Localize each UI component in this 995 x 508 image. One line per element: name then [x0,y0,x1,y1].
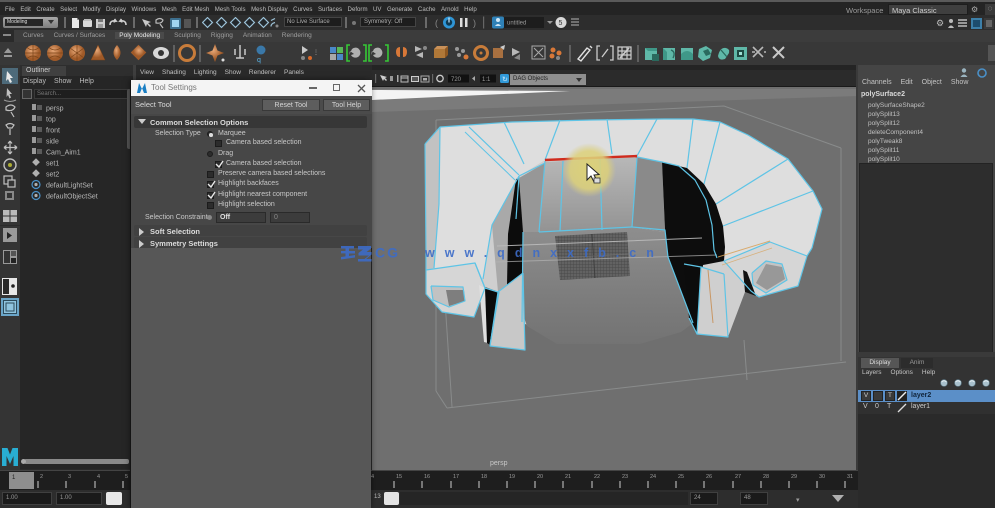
svg-text:31: 31 [847,474,853,480]
svg-text:⚙: ⚙ [936,18,944,28]
svg-text:side: side [46,139,59,146]
svg-text:defaultObjectSet: defaultObjectSet [46,194,98,201]
svg-text:↻: ↻ [502,77,508,84]
svg-text:27: 27 [735,474,741,480]
svg-text:25: 25 [678,474,684,480]
svg-text:23: 23 [622,474,628,480]
svg-text:16: 16 [424,474,430,480]
svg-text:17: 17 [453,474,459,480]
svg-text:26: 26 [706,474,712,480]
svg-text:19: 19 [509,474,515,480]
svg-text:set2: set2 [46,172,59,179]
svg-text:3: 3 [68,474,71,480]
svg-text:2: 2 [40,474,43,480]
svg-text:Cam_Aim1: Cam_Aim1 [46,150,81,157]
svg-text:persp: persp [490,460,508,467]
svg-text:15: 15 [396,474,402,480]
svg-text:front: front [46,128,60,135]
svg-text:1:1: 1:1 [482,77,491,83]
svg-text:⋮: ⋮ [313,50,319,56]
svg-text:persp: persp [46,106,64,113]
svg-text:5: 5 [559,20,563,27]
svg-text:www.qdnxxfb.cn: www.qdnxxfb.cn [424,246,664,260]
svg-text:untitled: untitled [507,21,526,27]
svg-text:24: 24 [650,474,656,480]
svg-text:18: 18 [481,474,487,480]
svg-text:defaultLightSet: defaultLightSet [46,183,93,190]
svg-text:5: 5 [125,474,128,480]
svg-text:q: q [257,57,261,64]
svg-text:CG: CG [375,245,400,261]
svg-text:720: 720 [451,77,462,83]
svg-text:set1: set1 [46,161,59,168]
svg-text:): ) [473,18,476,28]
svg-text:top: top [46,117,56,124]
svg-text:28: 28 [763,474,769,480]
svg-text:(: ( [435,18,438,28]
svg-text:30: 30 [819,474,825,480]
svg-text:20: 20 [537,474,543,480]
svg-text:29: 29 [791,474,797,480]
svg-text:22: 22 [594,474,600,480]
svg-text:21: 21 [565,474,571,480]
svg-text:4: 4 [97,474,100,480]
